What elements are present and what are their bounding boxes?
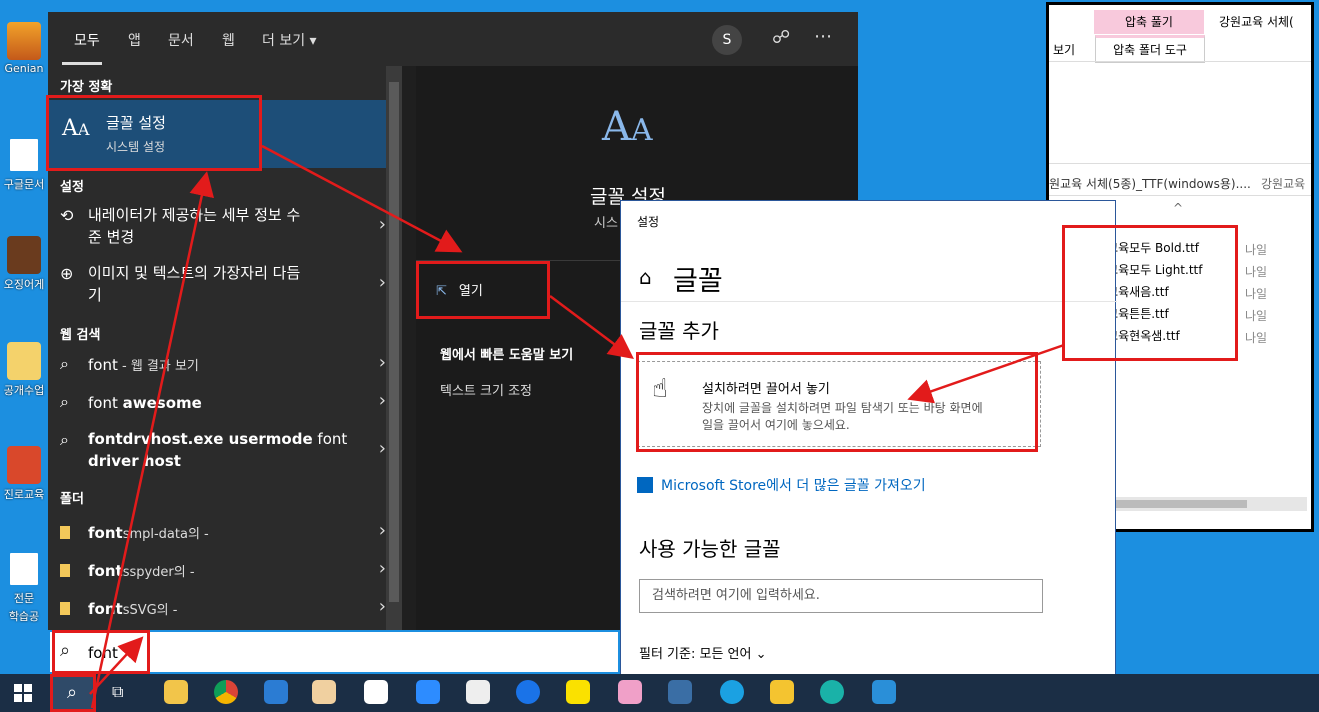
arrow-line [89,636,144,695]
annotation-arrows [89,144,1065,709]
arrow-line [549,295,634,359]
arrow-line [90,171,215,709]
arrow-line [907,343,1065,404]
arrow-line [261,144,463,253]
